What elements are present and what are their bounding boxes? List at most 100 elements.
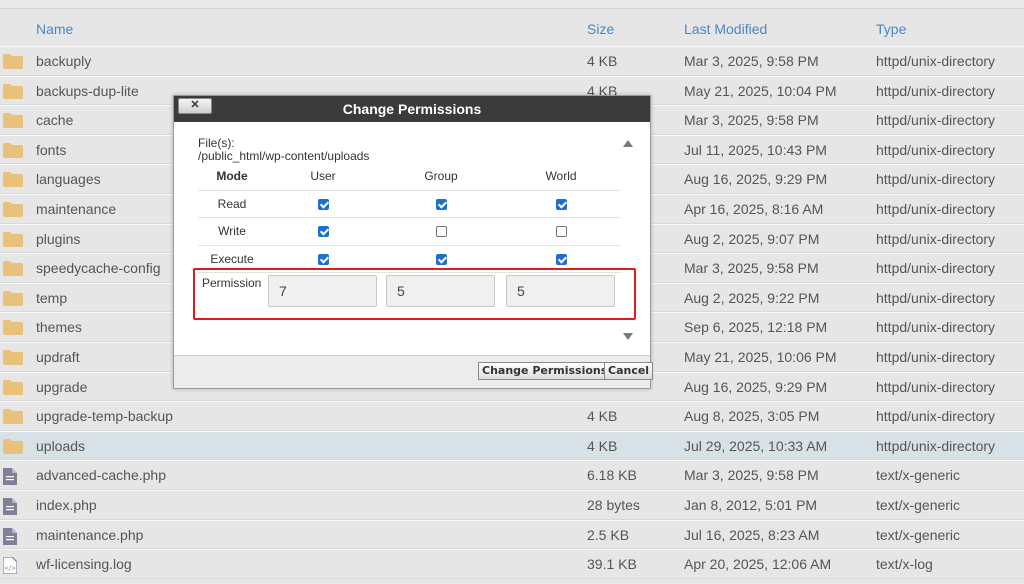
write-world-checkbox[interactable] xyxy=(555,226,567,238)
file-size: 4 KB xyxy=(587,437,618,454)
dialog-title: Change Permissions xyxy=(342,101,482,117)
toolbar-edge xyxy=(0,0,1024,9)
file-modified: Aug 2, 2025, 9:07 PM xyxy=(684,230,820,247)
file-modified: Aug 2, 2025, 9:22 PM xyxy=(684,289,820,306)
write-user-checkbox[interactable] xyxy=(317,226,329,238)
file-modified: Apr 16, 2025, 8:16 AM xyxy=(684,200,824,217)
file-row[interactable]: advanced-cache.php 6.18 KB Mar 3, 2025, 9:… xyxy=(0,460,1024,490)
folder-icon xyxy=(3,83,23,102)
group-cell xyxy=(386,224,496,238)
file-type: text/x-generic xyxy=(876,496,961,513)
file-type: httpd/unix-directory xyxy=(876,82,996,99)
group-cell xyxy=(386,252,496,266)
file-name[interactable]: languages xyxy=(36,171,101,187)
folder-icon xyxy=(3,172,23,190)
world-cell xyxy=(506,224,616,238)
user-cell xyxy=(268,224,378,238)
file-icon xyxy=(3,527,17,548)
file-row[interactable]: </> wf-licensing.log 39.1 KB Apr 20, 2025, … xyxy=(0,549,1024,579)
file-name[interactable]: cache xyxy=(36,112,73,128)
execute-group-checkbox[interactable] xyxy=(435,253,447,265)
scroll-up-arrow-icon[interactable] xyxy=(623,140,633,147)
file-row[interactable]: backuply 4 KB Mar 3, 2025, 9:58 PM httpd/un… xyxy=(0,46,1024,76)
user-header: User xyxy=(310,169,336,183)
file-size: 28 bytes xyxy=(587,496,640,513)
change-permissions-button[interactable]: Change Permissions xyxy=(478,362,612,380)
file-row[interactable]: index.php 28 bytes Jan 8, 2012, 5:01 PM tex… xyxy=(0,489,1024,520)
file-name[interactable]: index.php xyxy=(36,497,97,513)
file-modified: Mar 3, 2025, 9:58 PM xyxy=(684,112,819,129)
file-name[interactable]: maintenance.php xyxy=(36,527,143,543)
file-modified: Jul 11, 2025, 10:43 PM xyxy=(684,141,827,158)
file-modified: Jul 29, 2025, 10:33 AM xyxy=(684,437,828,454)
file-row[interactable]: uploads 4 KB Jul 29, 2025, 10:33 AM httpd/u… xyxy=(0,430,1024,461)
permission-label: Permission xyxy=(202,276,262,290)
file-name[interactable]: upgrade xyxy=(36,379,87,395)
file-size: 2.5 KB xyxy=(587,526,630,543)
scroll-down-arrow-icon[interactable] xyxy=(623,333,633,340)
column-header-type[interactable]: Type xyxy=(876,21,906,37)
user-permission-input[interactable] xyxy=(268,275,377,307)
file-size: 4 KB xyxy=(587,408,618,425)
column-header-name[interactable]: Name xyxy=(36,21,73,37)
file-type: httpd/unix-directory xyxy=(876,437,996,454)
file-name[interactable]: temp xyxy=(36,290,67,306)
file-name[interactable]: wf-licensing.log xyxy=(36,556,132,572)
column-header-modified[interactable]: Last Modified xyxy=(684,21,767,37)
mode-label: Read xyxy=(217,196,247,211)
column-header-size[interactable]: Size xyxy=(587,21,614,37)
file-name[interactable]: upgrade-temp-backup xyxy=(36,408,173,424)
group-cell xyxy=(386,197,496,211)
user-cell xyxy=(268,197,378,211)
file-modified: Sep 6, 2025, 12:18 PM xyxy=(684,319,828,336)
file-name[interactable]: themes xyxy=(36,319,82,335)
file-name[interactable]: maintenance xyxy=(36,201,116,217)
file-type: httpd/unix-directory xyxy=(876,260,996,277)
write-group-checkbox[interactable] xyxy=(435,226,447,238)
file-name[interactable]: speedycache-config xyxy=(36,260,161,276)
cancel-button[interactable]: Cancel xyxy=(604,362,654,380)
read-group-checkbox[interactable] xyxy=(435,198,447,210)
file-name[interactable]: uploads xyxy=(36,438,85,454)
mode-rows: Read Write Execute xyxy=(198,191,621,273)
file-modified: Aug 16, 2025, 9:29 PM xyxy=(684,171,828,188)
world-permission-input[interactable] xyxy=(506,275,615,307)
file-name[interactable]: fonts xyxy=(36,142,66,158)
file-type: httpd/unix-directory xyxy=(876,348,996,365)
folder-icon xyxy=(3,320,23,338)
file-name[interactable]: plugins xyxy=(36,231,80,247)
permissions-table: Mode User Group World Read Write Execute xyxy=(198,163,621,273)
file-row[interactable]: upgrade-temp-backup 4 KB Aug 8, 2025, 3:05… xyxy=(0,401,1024,431)
folder-icon xyxy=(3,438,23,457)
execute-user-checkbox[interactable] xyxy=(317,253,329,265)
mode-label: Execute xyxy=(210,251,254,266)
file-name[interactable]: advanced-cache.php xyxy=(36,467,166,483)
read-user-checkbox[interactable] xyxy=(317,198,329,210)
file-name[interactable]: updraft xyxy=(36,349,80,365)
folder-icon xyxy=(3,290,23,309)
permissions-header-row: Mode User Group World xyxy=(198,163,621,191)
read-world-checkbox[interactable] xyxy=(555,198,567,210)
file-modified: Aug 16, 2025, 9:29 PM xyxy=(684,378,828,395)
file-type: httpd/unix-directory xyxy=(876,319,996,336)
file-list-header: Name Size Last Modified Type xyxy=(0,14,1024,46)
file-name[interactable]: backups-dup-lite xyxy=(36,83,139,99)
code-file-icon: </> xyxy=(2,556,18,577)
file-type: text/x-generic xyxy=(876,526,961,543)
file-modified: Jan 8, 2012, 5:01 PM xyxy=(684,496,818,513)
file-icon xyxy=(3,497,17,518)
folder-icon xyxy=(3,201,23,220)
file-modified: Mar 3, 2025, 9:58 PM xyxy=(684,53,819,69)
execute-world-checkbox[interactable] xyxy=(555,253,567,265)
mode-row-read: Read xyxy=(198,191,621,218)
folder-icon xyxy=(3,261,23,279)
svg-text:</>: </> xyxy=(4,565,16,572)
file-type: httpd/unix-directory xyxy=(876,171,996,188)
file-type: httpd/unix-directory xyxy=(876,408,996,425)
file-name[interactable]: backuply xyxy=(36,53,91,69)
file-row[interactable]: maintenance.php 2.5 KB Jul 16, 2025, 8:23 … xyxy=(0,519,1024,550)
folder-icon xyxy=(3,231,23,250)
file-modified: Mar 3, 2025, 9:58 PM xyxy=(684,260,819,277)
world-cell xyxy=(506,197,616,211)
group-permission-input[interactable] xyxy=(386,275,495,307)
